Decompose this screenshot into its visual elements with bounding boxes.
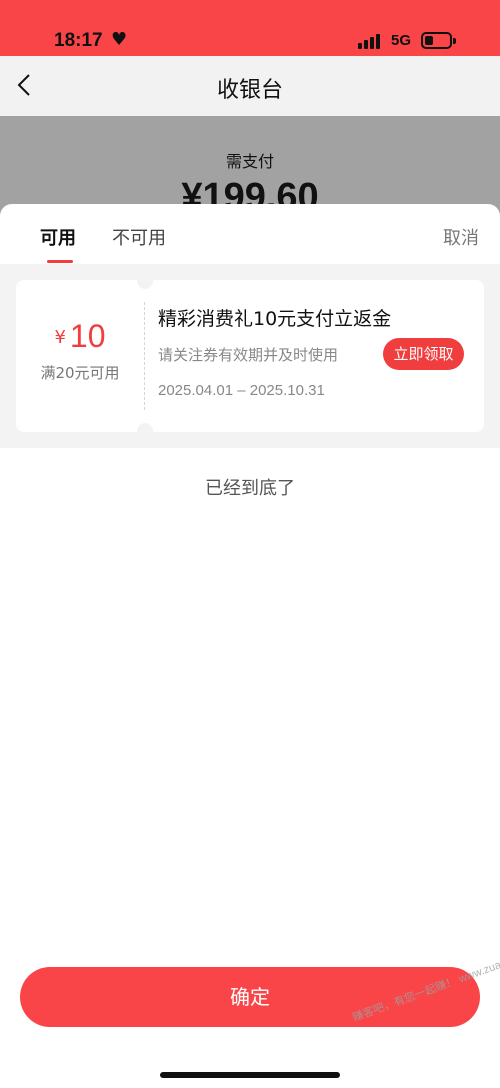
payment-label: 需支付 — [225, 152, 274, 171]
tab-active-indicator — [47, 260, 73, 263]
status-time: 18:17 — [54, 30, 103, 51]
coupon-card[interactable]: ¥10 满20元可用 精彩消费礼10元支付立返金 请关注券有效期并及时使用 20… — [16, 279, 484, 433]
coupon-condition: 满20元可用 — [40, 364, 120, 382]
ticket-notch-top — [137, 279, 153, 289]
coupon-note: 请关注券有效期并及时使用 — [158, 346, 339, 364]
coupon-title: 精彩消费礼10元支付立返金 — [158, 308, 392, 330]
tab-available[interactable]: 可用 — [40, 224, 76, 250]
coupon-list: ¥10 满20元可用 精彩消费礼10元支付立返金 请关注券有效期并及时使用 20… — [0, 264, 500, 448]
coupon-value: 10 — [69, 318, 106, 354]
home-indicator — [160, 1072, 340, 1078]
coupon-sheet: 可用 不可用 取消 ¥10 满20元可用 精彩消费礼10元支付立返金 请关注券有… — [0, 204, 500, 1088]
heart-icon: ♥ — [111, 29, 128, 50]
nav-bar: 收银台 — [0, 56, 500, 116]
battery-icon — [421, 32, 456, 49]
signal-icon — [358, 33, 382, 49]
network-label: 5G — [391, 32, 412, 49]
page-title: 收银台 — [216, 78, 283, 103]
end-of-list-text: 已经到底了 — [205, 478, 295, 499]
coupon-amount: ¥10 — [16, 318, 144, 355]
claim-button[interactable]: 立即领取 — [383, 338, 464, 370]
coupon-divider — [144, 302, 145, 410]
tab-unavailable[interactable]: 不可用 — [112, 224, 166, 250]
ticket-notch-bottom — [137, 423, 153, 433]
cancel-button[interactable]: 取消 — [443, 224, 479, 250]
status-bar: 18:17 ♥ 5G — [0, 0, 500, 56]
coupon-validity-dates: 2025.04.01 – 2025.10.31 — [158, 382, 325, 399]
coupon-currency: ¥ — [54, 327, 66, 348]
